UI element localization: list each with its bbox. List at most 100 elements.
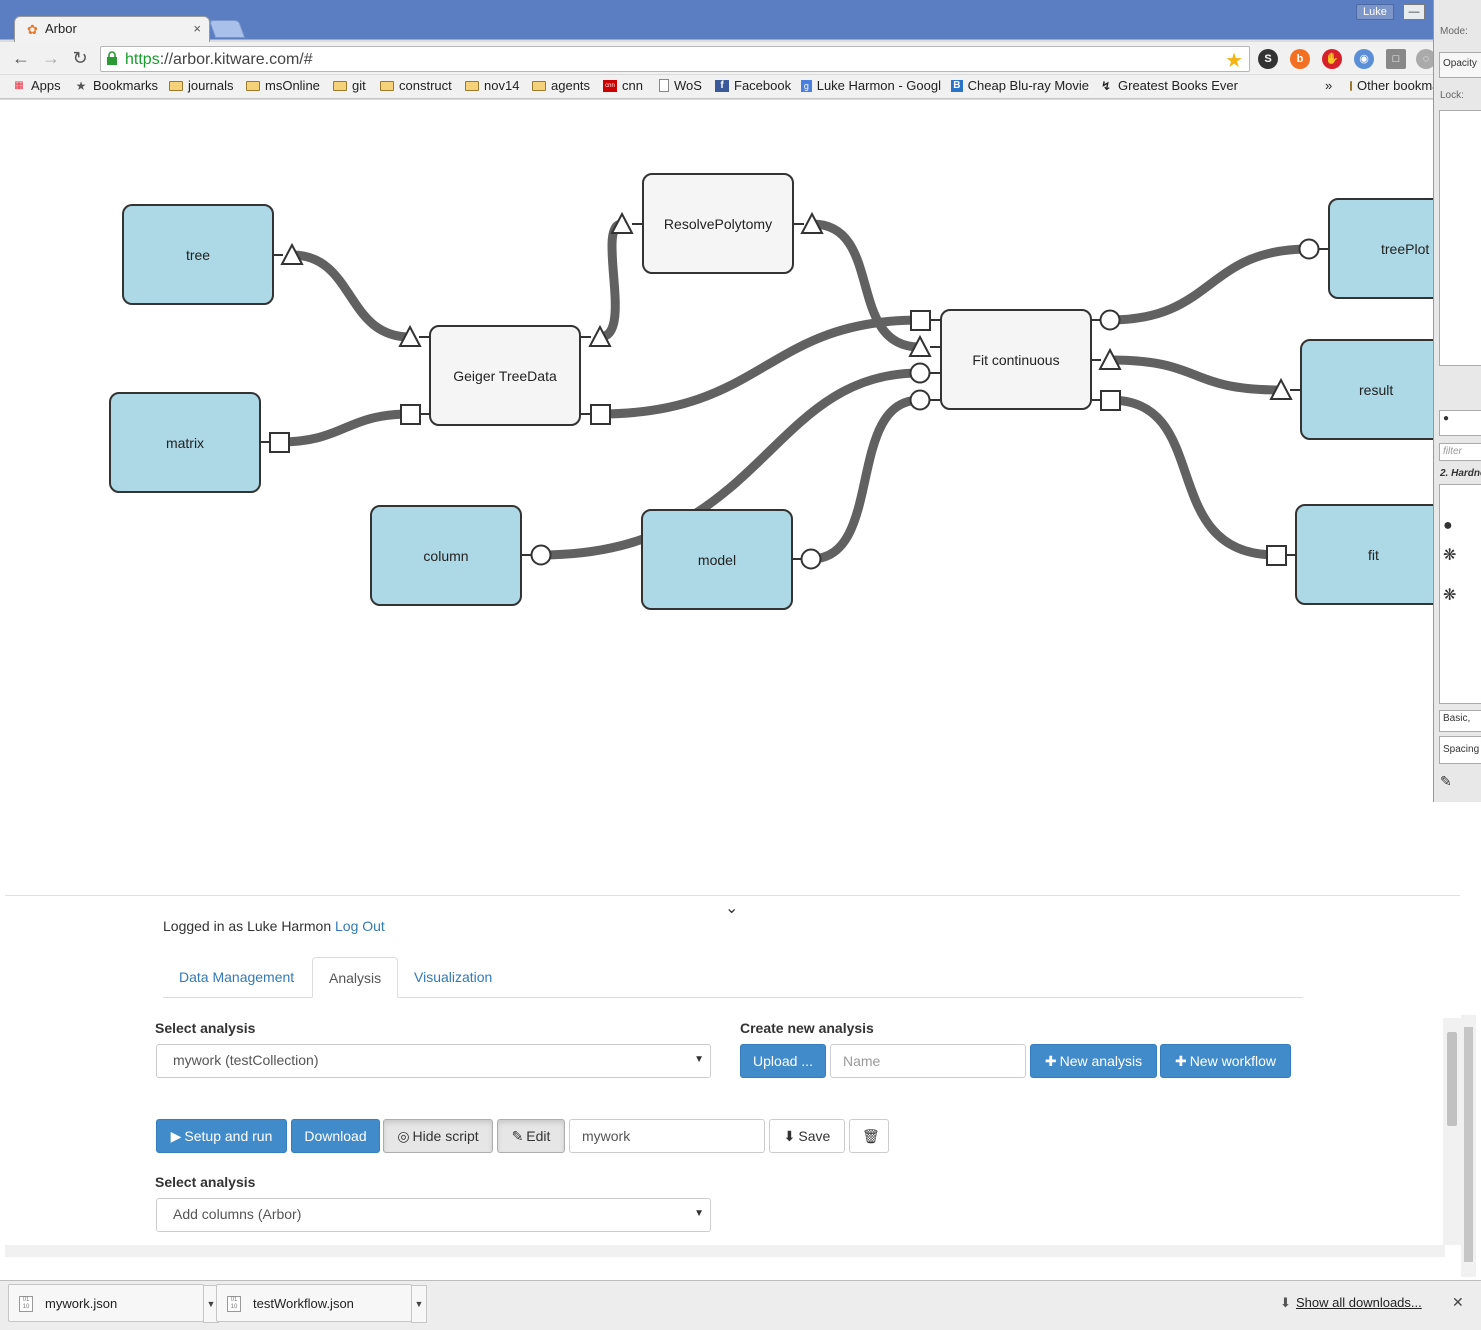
bookmark-nov14[interactable]: nov14 <box>465 78 519 93</box>
node-treeplot[interactable]: treePlot <box>1328 198 1436 299</box>
analysis-select-2[interactable]: Add columns (Arbor) ▼ <box>156 1198 711 1232</box>
collapse-chevron-down-icon[interactable]: ⌄ <box>725 898 738 918</box>
google-scholar-icon: g <box>801 79 812 92</box>
bookmark-greatest-books[interactable]: ↯ Greatest Books Ever <box>1099 78 1238 93</box>
analysis-select[interactable]: mywork (testCollection) ▼ <box>156 1044 711 1078</box>
new-analysis-button[interactable]: ✚ New analysis <box>1030 1044 1157 1078</box>
brush-filter-input[interactable]: filter <box>1439 443 1481 461</box>
download-item-testworkflow[interactable]: 01 10 testWorkflow.json ▼ <box>216 1284 427 1323</box>
workflow-canvas[interactable]: tree matrix Geiger TreeData ResolvePolyt… <box>5 100 1436 895</box>
new-tab-button[interactable] <box>208 20 246 38</box>
scrollbar-thumb[interactable] <box>1447 1032 1457 1126</box>
folder-icon <box>380 80 394 91</box>
folder-icon <box>1350 80 1352 91</box>
wire-model-to-fitcontinuous <box>806 395 925 564</box>
edit-pencil-icon: ✎ <box>511 1128 524 1144</box>
new-workflow-button[interactable]: ✚ New workflow <box>1160 1044 1291 1078</box>
bookmarks-bar: ▦ Apps ★ Bookmarks journals msOnline git… <box>0 75 1436 99</box>
extension-b-icon[interactable]: b <box>1290 49 1310 69</box>
bookmark-agents[interactable]: agents <box>532 78 590 93</box>
edit-button[interactable]: ✎ Edit <box>497 1119 565 1153</box>
panel-tabs: Data Management Analysis Visualization <box>163 957 1303 998</box>
analysis-name-input[interactable] <box>830 1044 1026 1078</box>
extension-stop-icon[interactable]: ✋ <box>1322 49 1342 69</box>
node-matrix[interactable]: matrix <box>109 392 261 493</box>
panel-horizontal-scrollbar[interactable] <box>5 1245 1445 1257</box>
hide-script-button[interactable]: ◎ Hide script <box>383 1119 493 1153</box>
node-fit[interactable]: fit <box>1295 504 1436 605</box>
node-fit-continuous[interactable]: Fit continuous <box>940 309 1092 410</box>
download-item-mywork[interactable]: 01 10 mywork.json ▼ <box>8 1284 219 1323</box>
panel-vertical-scrollbar[interactable] <box>1443 1018 1461 1245</box>
folder-icon <box>246 80 260 91</box>
node-model[interactable]: model <box>641 509 793 610</box>
download-shelf: 01 10 mywork.json ▼ 01 10 testWorkflow.jso… <box>0 1280 1481 1330</box>
browser-tab-arbor[interactable]: ✿ Arbor × <box>14 16 210 42</box>
save-button[interactable]: ⬇ Save <box>769 1119 845 1153</box>
brush-grid[interactable]: ● ❋ ❋ <box>1439 484 1481 704</box>
close-icon[interactable]: × <box>193 21 201 36</box>
bookmark-facebook[interactable]: f Facebook <box>715 78 791 93</box>
bookmark-msonline[interactable]: msOnline <box>246 78 320 93</box>
brush-name-label: 2. Hardne <box>1440 468 1481 479</box>
select-analysis-label: Select analysis <box>155 1020 256 1036</box>
setup-and-run-button[interactable]: ▶ Setup and run <box>156 1119 287 1153</box>
profile-button[interactable]: Luke <box>1356 4 1394 20</box>
node-column[interactable]: column <box>370 505 522 606</box>
folder-icon <box>532 80 546 91</box>
node-result[interactable]: result <box>1300 339 1436 440</box>
bookmark-git[interactable]: git <box>333 78 366 93</box>
bookmark-luke-harmon[interactable]: g Luke Harmon - Googl <box>801 78 941 93</box>
tab-data-management[interactable]: Data Management <box>163 957 310 998</box>
trash-icon: 🗑 <box>862 1128 880 1144</box>
brush-texture-icon: ❋ <box>1443 587 1457 604</box>
control-panel: ⌄ Logged in as Luke Harmon Log Out Data … <box>5 895 1460 1245</box>
brush-preview[interactable]: ● <box>1439 410 1481 436</box>
delete-button[interactable]: 🗑 <box>849 1119 889 1153</box>
extension-ghost-icon[interactable]: ◉ <box>1354 49 1374 69</box>
chevron-down-icon[interactable]: ▼ <box>411 1285 427 1323</box>
workflow-name-input[interactable] <box>569 1119 765 1153</box>
lock-icon <box>107 51 117 65</box>
node-resolve-polytomy[interactable]: ResolvePolytomy <box>642 173 794 274</box>
upload-button[interactable]: Upload ... <box>740 1044 826 1078</box>
overlapping-tool-window: Mode: Opacity Lock: ● filter 2. Hardne ●… <box>1433 0 1481 802</box>
tab-analysis[interactable]: Analysis <box>312 957 399 998</box>
cnn-logo-icon: cnn <box>603 79 617 92</box>
bookmark-cnn[interactable]: cnn cnn <box>603 78 643 93</box>
extension-s-icon[interactable]: S <box>1258 49 1278 69</box>
cast-icon[interactable]: □ <box>1386 49 1406 69</box>
node-geiger-treedata[interactable]: Geiger TreeData <box>429 325 581 426</box>
bookmark-journals[interactable]: journals <box>169 78 234 93</box>
scrollbar-thumb[interactable] <box>1464 1027 1473 1262</box>
bookmark-construct[interactable]: construct <box>380 78 452 93</box>
layers-list[interactable] <box>1439 110 1481 366</box>
page-vertical-scrollbar[interactable] <box>1461 1015 1476 1277</box>
bookmarks-overflow-button[interactable]: » <box>1325 78 1332 93</box>
bookmark-other[interactable]: Other bookmarks <box>1350 78 1434 93</box>
back-arrow-icon[interactable]: ← <box>10 47 32 69</box>
reload-icon[interactable]: ↻ <box>69 47 91 69</box>
bookmark-cheap-bluray[interactable]: B Cheap Blu-ray Movie <box>951 78 1089 93</box>
minimize-icon[interactable]: — <box>1403 4 1425 20</box>
download-button[interactable]: Download <box>291 1119 380 1153</box>
forward-arrow-icon[interactable]: → <box>40 47 62 69</box>
opacity-slider[interactable]: Opacity <box>1439 52 1481 78</box>
bookmark-apps[interactable]: ▦ Apps <box>12 78 60 93</box>
folder-icon <box>169 80 183 91</box>
address-bar[interactable]: https://arbor.kitware.com/# ★ <box>100 46 1250 72</box>
brush-splatter-icon: ❋ <box>1443 547 1457 564</box>
show-all-downloads-link[interactable]: Show all downloads... <box>1296 1295 1422 1310</box>
bookmark-wos[interactable]: WoS <box>659 78 702 93</box>
logout-link[interactable]: Log Out <box>335 918 385 934</box>
node-tree[interactable]: tree <box>122 204 274 305</box>
arbor-favicon-icon: ✿ <box>27 22 38 37</box>
tab-visualization[interactable]: Visualization <box>398 957 508 998</box>
bookmark-star-icon[interactable]: ★ <box>1225 48 1243 73</box>
bookmark-bookmarks[interactable]: ★ Bookmarks <box>74 78 158 93</box>
browser-chrome: ✿ Arbor × Luke — ← → ↻ https://arbor.kit… <box>0 0 1436 100</box>
spacing-slider[interactable]: Spacing <box>1439 736 1481 764</box>
edit-brush-icon[interactable]: ✎ <box>1440 773 1452 790</box>
close-icon[interactable]: ✕ <box>1452 1294 1464 1311</box>
brush-preset-select[interactable]: Basic, <box>1439 710 1481 732</box>
